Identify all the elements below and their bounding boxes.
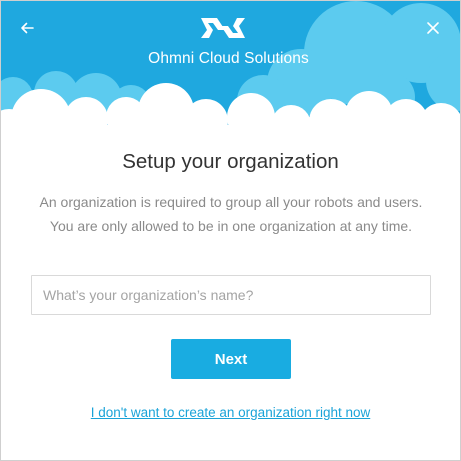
arrow-left-icon (21, 22, 34, 34)
back-button[interactable] (14, 15, 40, 41)
header-banner: Ohmni Cloud Solutions (1, 1, 460, 141)
description-text: An organization is required to group all… (39, 194, 423, 234)
page-title: Setup your organization (122, 150, 339, 173)
brand-name: Ohmni Cloud Solutions (148, 50, 309, 67)
ohmni-logo-icon (201, 18, 245, 38)
setup-organization-dialog: Ohmni Cloud Solutions Setup your organiz… (0, 0, 461, 461)
close-button[interactable] (420, 15, 446, 41)
skip-organization-link[interactable]: I don't want to create an organization r… (1, 405, 460, 420)
next-button[interactable]: Next (171, 339, 291, 379)
close-icon (427, 22, 439, 34)
organization-name-input[interactable] (31, 275, 431, 315)
